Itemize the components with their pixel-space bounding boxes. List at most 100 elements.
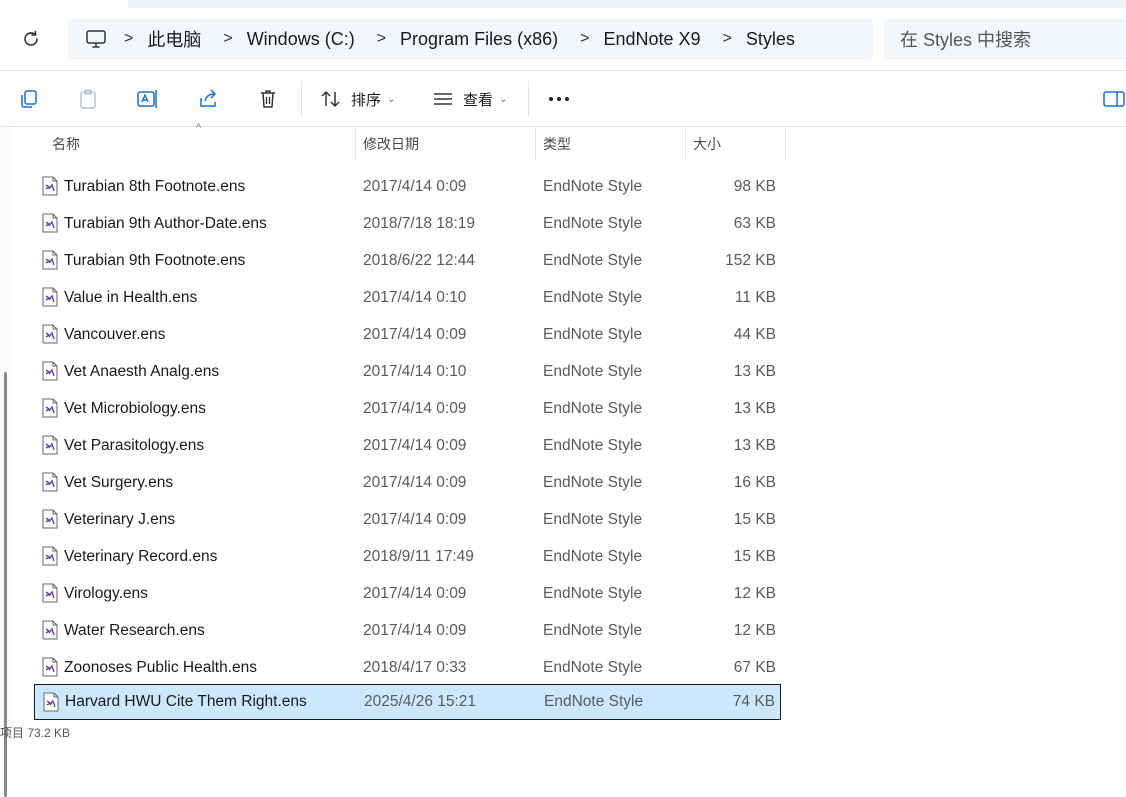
column-header-date[interactable]: 修改日期 [363,128,419,160]
chevron-right-icon[interactable]: > [723,30,732,48]
file-type: EndNote Style [543,215,643,232]
chevron-right-icon[interactable]: > [580,30,589,48]
command-bar: 排序 ⌄ 查看 ⌄ [0,70,1126,127]
file-date: 2017/4/14 0:10 [363,289,467,306]
file-row[interactable]: Harvard HWU Cite Them Right.ens 2025/4/26… [34,684,781,720]
file-row[interactable]: Veterinary J.ens 2017/4/14 0:09 EndNote St… [34,502,781,538]
more-options-button[interactable] [547,83,571,119]
endnote-style-file-icon [42,435,58,455]
endnote-style-file-icon [42,620,58,640]
share-button[interactable] [194,85,222,113]
share-icon [200,89,216,107]
file-date: 2018/6/22 12:44 [363,252,476,269]
file-date: 2017/4/14 0:09 [363,622,467,639]
file-row[interactable]: Veterinary Record.ens 2018/9/11 17:49 EndN… [34,539,781,575]
search-placeholder: 在 Styles 中搜索 [900,30,1032,50]
paste-button[interactable] [74,85,102,113]
column-divider[interactable] [355,128,356,160]
endnote-style-file-icon [42,287,58,307]
file-type: EndNote Style [543,659,643,676]
endnote-style-file-icon [42,472,58,492]
endnote-style-file-icon [42,361,58,381]
file-type: EndNote Style [543,437,643,454]
breadcrumb-item-drive[interactable]: Windows (C:) [247,29,355,50]
view-menu-button[interactable]: 查看 ⌄ [432,85,507,113]
file-name: Virology.ens [64,585,148,602]
column-divider[interactable] [685,128,686,160]
delete-button[interactable] [254,85,282,113]
file-size: 98 KB [733,178,776,195]
column-divider[interactable] [535,128,536,160]
refresh-icon [24,30,38,46]
more-icon [549,97,569,101]
file-name: Turabian 9th Footnote.ens [64,252,246,269]
file-size: 12 KB [733,585,776,602]
column-header-name[interactable]: 名称 [52,128,80,160]
file-row[interactable]: Vancouver.ens 2017/4/14 0:09 EndNote Style… [34,317,781,353]
file-size: 74 KB [732,693,775,710]
file-date: 2017/4/14 0:09 [363,437,467,454]
file-name: Value in Health.ens [64,289,198,306]
file-name: Vet Parasitology.ens [64,437,205,454]
file-size: 15 KB [733,511,776,528]
file-date: 2017/4/14 0:09 [363,585,467,602]
file-row[interactable]: Vet Anaesth Analg.ens 2017/4/14 0:10 EndNo… [34,354,781,390]
toolbar-divider [528,81,529,117]
file-date: 2018/4/17 0:33 [363,659,467,676]
file-row[interactable]: Value in Health.ens 2017/4/14 0:10 EndNote… [34,280,781,316]
file-name: Vet Surgery.ens [64,474,174,491]
file-date: 2017/4/14 0:09 [363,326,467,343]
breadcrumb-item-this-pc[interactable]: 此电脑 [147,26,201,52]
details-pane-icon [1103,91,1125,107]
file-type: EndNote Style [543,585,643,602]
file-size: 152 KB [725,252,776,269]
file-type: EndNote Style [543,363,643,380]
chevron-right-icon[interactable]: > [223,30,232,48]
chevron-right-icon[interactable]: > [124,30,133,48]
file-row[interactable]: Turabian 9th Footnote.ens 2018/6/22 12:44… [34,243,781,279]
endnote-style-file-icon [42,583,58,603]
column-header-size-label: 大小 [693,136,721,152]
file-type: EndNote Style [543,622,643,639]
breadcrumb[interactable]: > 此电脑 > Windows (C:) > Program Files (x8… [68,18,873,60]
endnote-style-file-icon [42,657,58,677]
paste-icon [80,89,96,109]
file-row[interactable]: Vet Surgery.ens 2017/4/14 0:09 EndNote Sty… [34,465,781,501]
file-type: EndNote Style [543,400,643,417]
file-row[interactable]: Virology.ens 2017/4/14 0:09 EndNote Style 1… [34,576,781,612]
breadcrumb-item-styles[interactable]: Styles [746,29,795,50]
column-divider[interactable] [785,128,786,160]
file-type: EndNote Style [543,511,643,528]
search-input[interactable]: 在 Styles 中搜索 [884,18,1126,60]
file-date: 2017/4/14 0:10 [363,363,467,380]
file-row[interactable]: Vet Parasitology.ens 2017/4/14 0:09 EndNot… [34,428,781,464]
chevron-right-icon[interactable]: > [377,30,386,48]
endnote-style-file-icon [42,213,58,233]
file-size: 16 KB [733,474,776,491]
breadcrumb-item-program-files[interactable]: Program Files (x86) [400,29,558,50]
file-row[interactable]: Turabian 9th Author-Date.ens 2018/7/18 18… [34,206,781,242]
file-size: 67 KB [733,659,776,676]
column-header-type-label: 类型 [543,136,571,152]
sort-label: 排序 [351,91,382,109]
toolbar-divider [301,81,302,117]
this-pc-icon[interactable] [84,27,108,51]
details-pane-button[interactable] [1100,85,1126,113]
file-date: 2025/4/26 15:21 [364,693,477,710]
file-name: Turabian 8th Footnote.ens [64,178,246,195]
column-header-type[interactable]: 类型 [543,128,571,160]
breadcrumb-item-endnote[interactable]: EndNote X9 [603,29,700,50]
file-name: Veterinary J.ens [64,511,176,528]
file-row[interactable]: Vet Microbiology.ens 2017/4/14 0:09 EndNot… [34,391,781,427]
rename-button[interactable] [134,85,162,113]
file-date: 2018/7/18 18:19 [363,215,476,232]
copy-button[interactable] [15,85,43,113]
file-row[interactable]: Water Research.ens 2017/4/14 0:09 EndNote … [34,613,781,649]
refresh-button[interactable] [18,26,44,52]
sort-menu-button[interactable]: 排序 ⌄ [320,85,395,113]
endnote-style-file-icon [42,398,58,418]
column-header-size[interactable]: 大小 [693,128,721,160]
file-size: 13 KB [733,400,776,417]
file-row[interactable]: Zoonoses Public Health.ens 2018/4/17 0:33… [34,650,781,686]
file-row[interactable]: Turabian 8th Footnote.ens 2017/4/14 0:09 E… [34,169,781,205]
